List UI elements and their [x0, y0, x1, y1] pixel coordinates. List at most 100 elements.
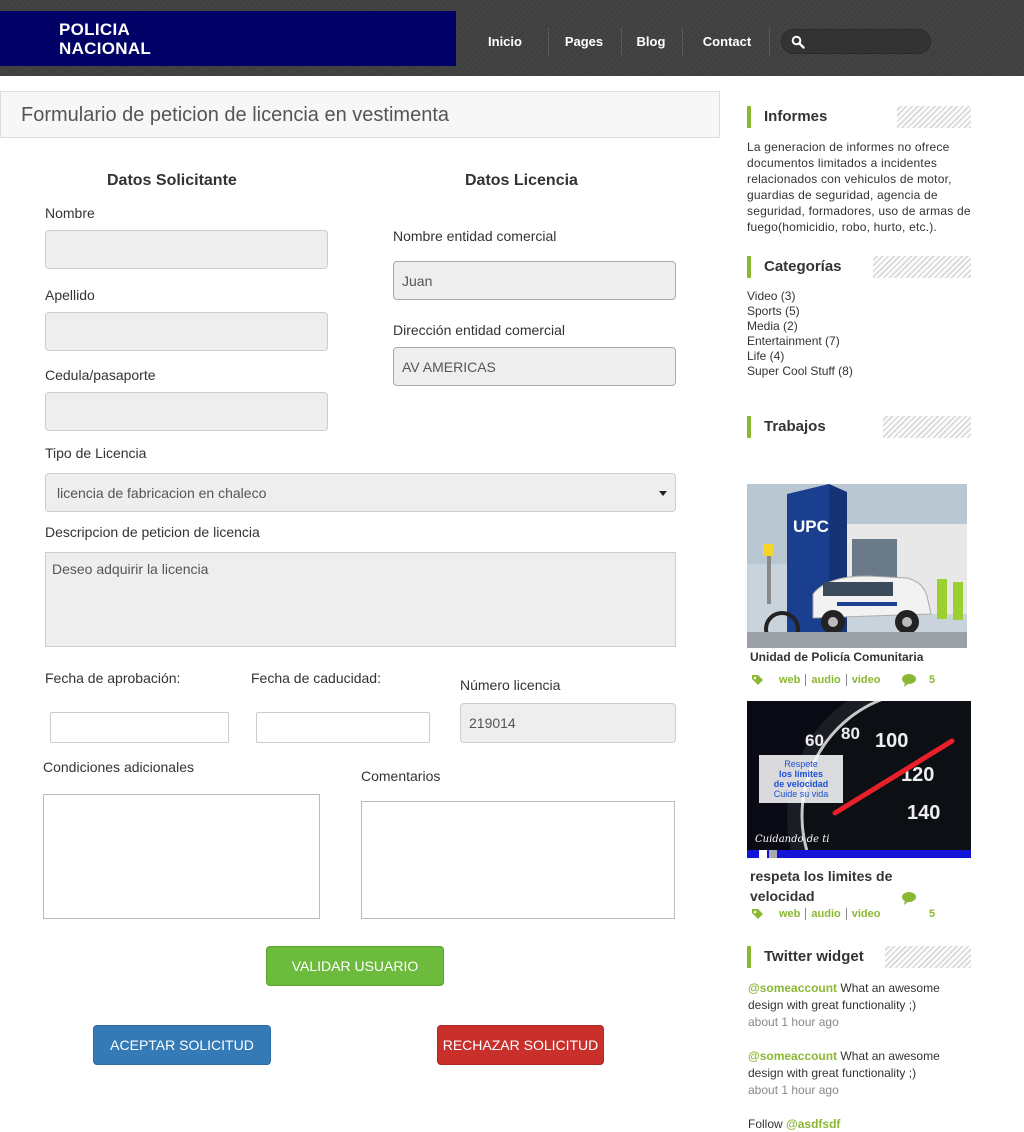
rechazar-solicitud-button[interactable]: RECHAZAR SOLICITUD [437, 1025, 604, 1065]
fecha-caducidad-input[interactable] [256, 712, 430, 743]
numero-licencia-field[interactable]: 219014 [460, 703, 676, 743]
category-item[interactable]: Super Cool Stuff (8) [747, 364, 853, 379]
tag-link[interactable]: web [779, 908, 807, 920]
tag-link[interactable]: video [847, 908, 886, 920]
heading-stripe [885, 946, 971, 968]
category-item[interactable]: Video (3) [747, 289, 853, 304]
twitter-title: Twitter widget [764, 948, 864, 965]
form-title-bar: Formulario de peticion de licencia en ve… [0, 91, 720, 138]
descripcion-textarea[interactable]: Deseo adquirir la licencia [45, 552, 676, 647]
nav-divider [548, 28, 549, 56]
comment-count[interactable]: 5 [929, 674, 935, 686]
descripcion-label: Descripcion de peticion de licencia [45, 524, 260, 540]
upc-photo[interactable]: UPC [747, 484, 967, 648]
fecha-aprobacion-input[interactable] [50, 712, 229, 743]
heading-stripe [883, 416, 971, 438]
nav-pages[interactable]: Pages [559, 28, 609, 56]
tag-list: web audio video [779, 674, 885, 686]
apellido-label: Apellido [45, 287, 95, 303]
dial-number-text: 100 [875, 730, 908, 752]
categorias-heading: Categorías [747, 256, 971, 278]
top-navbar: POLICIA NACIONAL Inicio Pages Blog Conta… [0, 0, 1024, 76]
work-meta: web audio video 5 [751, 892, 951, 923]
tag-icon [752, 675, 763, 685]
follow-prefix: Follow [748, 1117, 787, 1131]
aceptar-solicitud-button[interactable]: ACEPTAR SOLICITUD [93, 1025, 271, 1065]
speed-sign-text: los límites [779, 769, 823, 779]
category-item[interactable]: Media (2) [747, 319, 853, 334]
site-logo[interactable]: POLICIA NACIONAL [0, 11, 456, 66]
heading-stripe [897, 106, 971, 128]
tipo-select-value: licencia de fabricacion en chaleco [57, 484, 267, 501]
speed-caption-text: Cuidando de ti [755, 834, 829, 845]
tipo-select[interactable]: licencia de fabricacion en chaleco [45, 473, 676, 512]
nav-divider [769, 28, 770, 56]
upc-sign-text: UPC [793, 517, 829, 536]
nav-divider [621, 28, 622, 56]
tag-list: web audio video [779, 908, 885, 920]
numero-licencia-label: Número licencia [460, 677, 561, 693]
nav-divider [682, 28, 683, 56]
fecha-caducidad-label: Fecha de caducidad: [251, 670, 381, 686]
tweet-account-link[interactable]: @someaccount [748, 1049, 837, 1063]
speed-sign-text: de velocidad [774, 779, 829, 789]
section-license-heading: Datos Licencia [465, 172, 578, 189]
condiciones-label: Condiciones adicionales [43, 759, 194, 775]
informes-title: Informes [764, 108, 828, 125]
tipo-label: Tipo de Licencia [45, 445, 147, 461]
logo-text: POLICIA NACIONAL [59, 20, 151, 58]
twitter-heading: Twitter widget [747, 946, 971, 968]
cedula-field[interactable] [45, 392, 328, 431]
page-title: Formulario de peticion de licencia en ve… [21, 104, 449, 126]
category-list: Video (3) Sports (5) Media (2) Entertain… [747, 289, 853, 379]
speedometer-photo[interactable]: 60 80 100 120 140 Respete los límites de… [747, 701, 971, 858]
speed-sign-text: Cuide su vida [774, 789, 829, 799]
tweet: @someaccount What an awesome design with… [748, 980, 978, 1031]
tweet-time: about 1 hour ago [748, 1083, 839, 1097]
categorias-title: Categorías [764, 258, 842, 275]
tweet: @someaccount What an awesome design with… [748, 1048, 978, 1099]
nav-contact[interactable]: Contact [698, 28, 756, 56]
tweet-account-link[interactable]: @someaccount [748, 981, 837, 995]
nombre-field[interactable] [45, 230, 328, 269]
work-title[interactable]: Unidad de Policía Comunitaria [750, 650, 923, 664]
tag-link[interactable]: audio [806, 674, 847, 686]
cedula-label: Cedula/pasaporte [45, 367, 156, 383]
entidad-field[interactable]: Juan [393, 261, 676, 300]
search-icon[interactable] [791, 35, 805, 49]
dial-number-text: 140 [907, 802, 940, 824]
informes-text: La generacion de informes no ofrece docu… [747, 140, 971, 234]
caret-down-icon [659, 491, 667, 496]
direccion-field[interactable]: AV AMERICAS [393, 347, 676, 386]
logo-line-2: NACIONAL [59, 39, 152, 58]
nav-blog[interactable]: Blog [632, 28, 670, 56]
category-item[interactable]: Entertainment (7) [747, 334, 853, 349]
validar-usuario-button[interactable]: VALIDAR USUARIO [266, 946, 444, 986]
search-input[interactable] [810, 33, 922, 51]
condiciones-textarea[interactable] [43, 794, 320, 919]
tag-link[interactable]: web [779, 674, 807, 686]
tag-icon [752, 909, 763, 919]
nombre-label: Nombre [45, 205, 95, 221]
tag-link[interactable]: audio [806, 908, 847, 920]
follow-account-link[interactable]: @asdfsdf [786, 1117, 840, 1131]
entidad-label: Nombre entidad comercial [393, 228, 557, 244]
comment-count[interactable]: 5 [929, 908, 935, 920]
comment-icon [902, 892, 916, 905]
twitter-follow: Follow @asdfsdf [748, 1116, 978, 1132]
speed-sign-text: Respete [784, 759, 818, 769]
comentarios-textarea[interactable] [361, 801, 675, 919]
comentarios-label: Comentarios [361, 768, 441, 784]
trabajos-title: Trabajos [764, 418, 826, 435]
direccion-label: Dirección entidad comercial [393, 322, 565, 338]
tag-link[interactable]: video [847, 674, 886, 686]
fecha-aprobacion-label: Fecha de aprobación: [45, 670, 181, 686]
tweet-time: about 1 hour ago [748, 1015, 839, 1029]
category-item[interactable]: Sports (5) [747, 304, 853, 319]
section-applicant-heading: Datos Solicitante [107, 172, 237, 189]
apellido-field[interactable] [45, 312, 328, 351]
category-item[interactable]: Life (4) [747, 349, 853, 364]
search-box [781, 29, 931, 54]
nav-inicio[interactable]: Inicio [478, 28, 532, 56]
heading-stripe [873, 256, 971, 278]
